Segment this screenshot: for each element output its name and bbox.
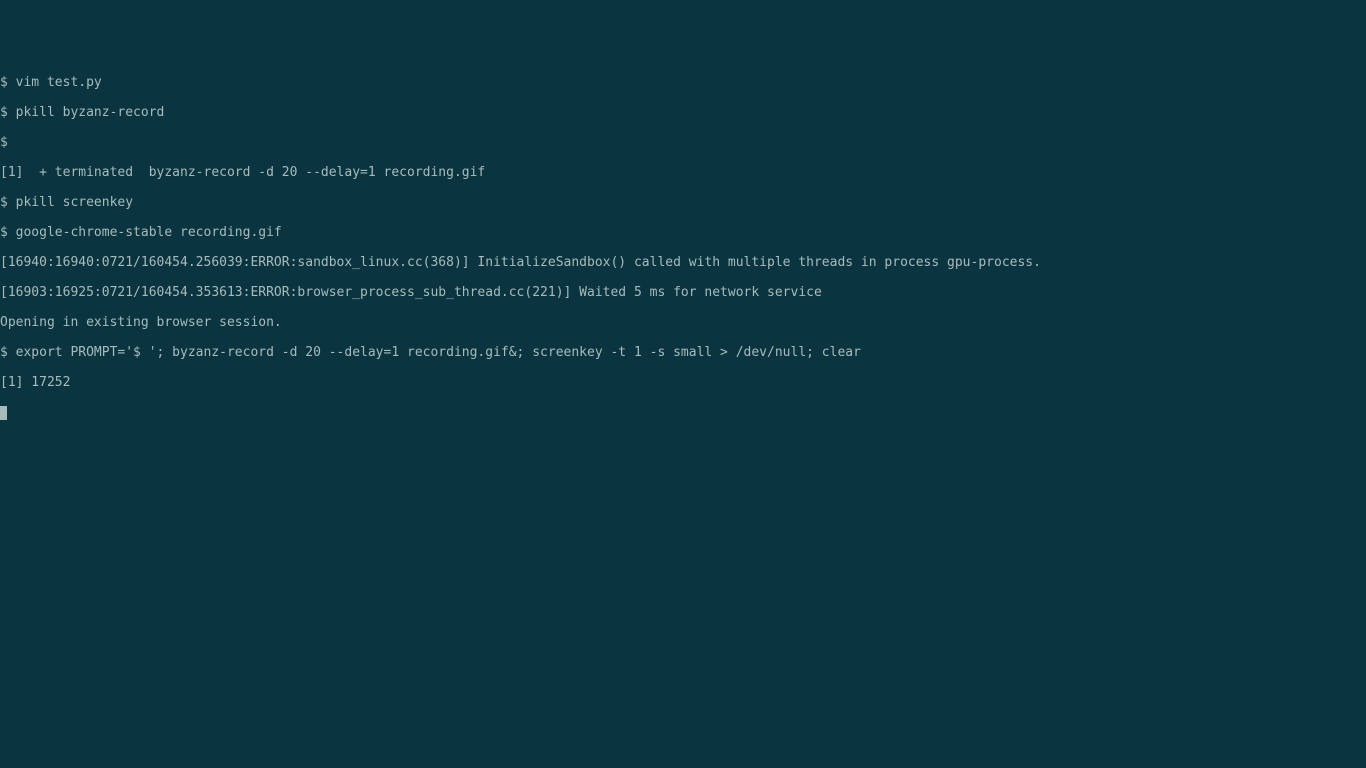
terminal-line: $ pkill byzanz-record: [0, 105, 1366, 120]
terminal-output[interactable]: $ vim test.py $ pkill byzanz-record $ [1…: [0, 60, 1366, 435]
terminal-line: [1] + terminated byzanz-record -d 20 --d…: [0, 165, 1366, 180]
terminal-line: $ pkill screenkey: [0, 195, 1366, 210]
terminal-line: Opening in existing browser session.: [0, 315, 1366, 330]
cursor-icon: [0, 406, 7, 420]
terminal-line: $ google-chrome-stable recording.gif: [0, 225, 1366, 240]
cursor-line: [0, 405, 1366, 420]
terminal-line: $: [0, 135, 1366, 150]
terminal-line: [1] 17252: [0, 375, 1366, 390]
terminal-line: $ vim test.py: [0, 75, 1366, 90]
terminal-line: [16903:16925:0721/160454.353613:ERROR:br…: [0, 285, 1366, 300]
terminal-line: [16940:16940:0721/160454.256039:ERROR:sa…: [0, 255, 1366, 270]
terminal-line: $ export PROMPT='$ '; byzanz-record -d 2…: [0, 345, 1366, 360]
